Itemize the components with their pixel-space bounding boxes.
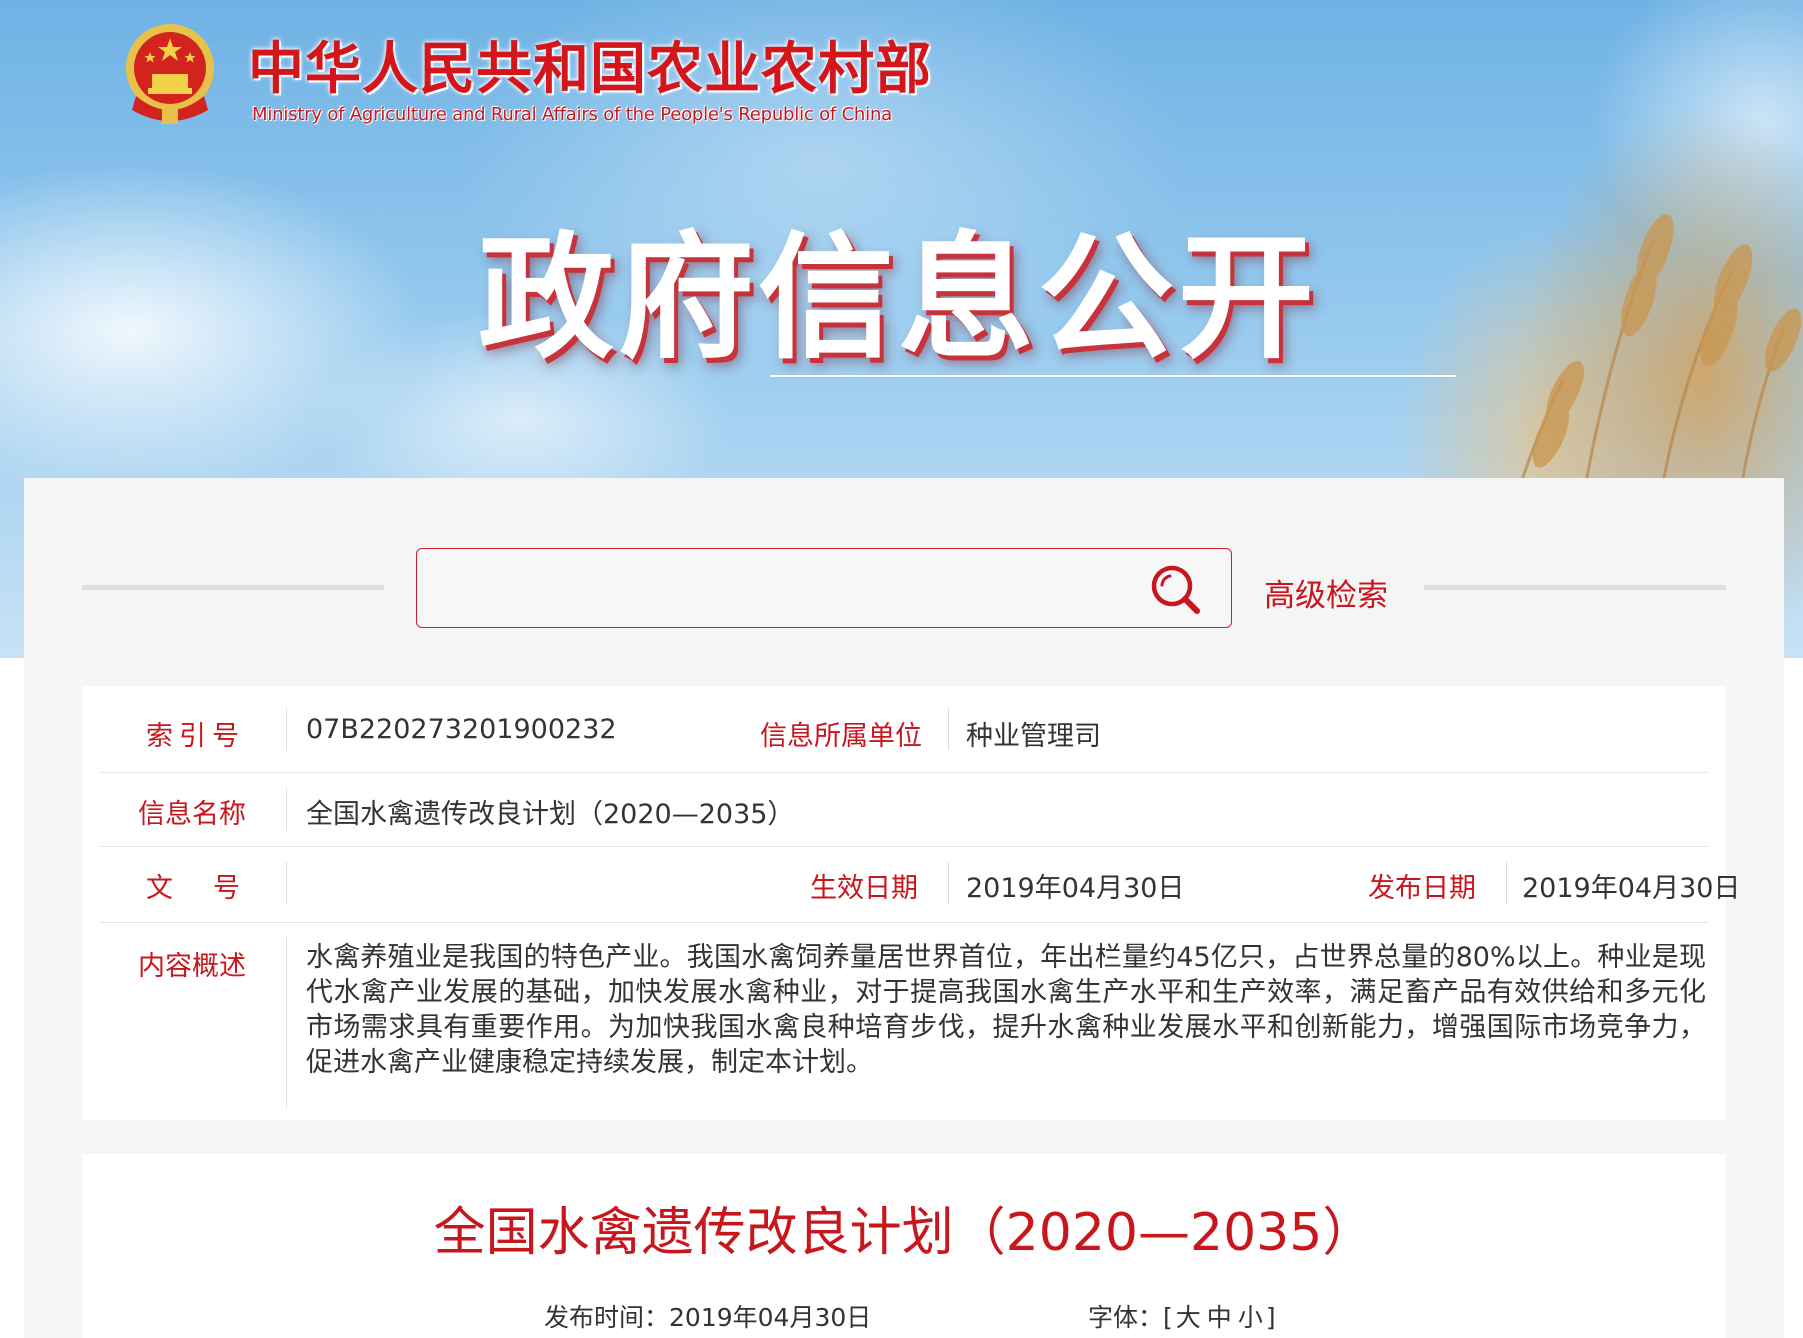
separator bbox=[286, 862, 287, 904]
advanced-search-link[interactable]: 高级检索 bbox=[1264, 570, 1388, 615]
font-bracket-close: ] bbox=[1265, 1303, 1276, 1332]
search-divider-left bbox=[82, 585, 384, 590]
summary-label: 内容概述 bbox=[138, 951, 246, 982]
unit-label: 信息所属单位 bbox=[760, 721, 922, 752]
search-input[interactable] bbox=[437, 563, 1121, 615]
publish-date-label: 发布日期 bbox=[1368, 873, 1476, 904]
font-bracket-open: [ bbox=[1163, 1303, 1173, 1332]
separator bbox=[1506, 862, 1507, 904]
font-size-label: 字体： bbox=[1088, 1303, 1164, 1332]
article-container: 全国水禽遗传改良计划（2020—2035） 发布时间：2019年04月30日 字… bbox=[82, 1154, 1726, 1338]
article-title: 全国水禽遗传改良计划（2020—2035） bbox=[433, 1203, 1375, 1263]
effective-date-value: 2019年04月30日 bbox=[966, 873, 1185, 904]
index-label: 索引号 bbox=[146, 721, 245, 752]
search-icon[interactable] bbox=[1149, 563, 1203, 617]
separator bbox=[286, 708, 287, 750]
article-publish-time: 发布时间：2019年04月30日 bbox=[544, 1298, 871, 1334]
index-value: 07B220273201900232 bbox=[306, 714, 617, 745]
site-title-cn[interactable]: 中华人民共和国农业农村部 bbox=[248, 24, 932, 105]
docno-label: 文号 bbox=[146, 873, 280, 904]
name-value: 全国水禽遗传改良计划（2020—2035） bbox=[306, 799, 795, 830]
section-hero-title: 政府信息公开 bbox=[478, 220, 1318, 378]
font-large-button[interactable]: 大 bbox=[1173, 1303, 1204, 1332]
site-title-en[interactable]: Ministry of Agriculture and Rural Affair… bbox=[252, 104, 892, 125]
separator bbox=[948, 708, 949, 750]
info-row-summary: 内容概述 水禽养殖业是我国的特色产业。我国水禽饲养量居世界首位，年出栏量约45亿… bbox=[100, 922, 1708, 1120]
info-metadata-table: 索引号 07B220273201900232 信息所属单位 种业管理司 信息名称… bbox=[82, 686, 1740, 1120]
separator bbox=[948, 862, 949, 904]
unit-value: 种业管理司 bbox=[966, 721, 1101, 752]
publish-date-value: 2019年04月30日 bbox=[1522, 873, 1741, 904]
publish-time-value: 2019年04月30日 bbox=[669, 1303, 872, 1332]
main-panel: 高级检索 索引号 07B220273201900232 信息所属单位 种业管理司… bbox=[24, 478, 1784, 1338]
search-divider-right bbox=[1424, 585, 1726, 590]
info-row-name: 信息名称 全国水禽遗传改良计划（2020—2035） bbox=[100, 772, 1708, 847]
national-emblem-logo[interactable] bbox=[122, 20, 218, 128]
separator bbox=[286, 788, 287, 830]
search-bar-row: 高级检索 bbox=[24, 478, 1784, 678]
search-box[interactable] bbox=[416, 548, 1232, 628]
summary-text: 水禽养殖业是我国的特色产业。我国水禽饲养量居世界首位，年出栏量约45亿只，占世界… bbox=[306, 942, 1706, 1078]
info-row-index: 索引号 07B220273201900232 信息所属单位 种业管理司 bbox=[100, 686, 1708, 773]
name-label: 信息名称 bbox=[138, 799, 246, 830]
hero-divider bbox=[770, 375, 1456, 377]
font-medium-button[interactable]: 中 bbox=[1204, 1303, 1235, 1332]
publish-time-label: 发布时间： bbox=[544, 1303, 670, 1332]
font-small-button[interactable]: 小 bbox=[1235, 1303, 1266, 1332]
separator bbox=[286, 938, 287, 1108]
effective-date-label: 生效日期 bbox=[810, 873, 918, 904]
info-row-dates: 文号 生效日期 2019年04月30日 发布日期 2019年04月30日 bbox=[100, 846, 1740, 923]
font-size-switcher: 字体：[大中小] bbox=[1088, 1298, 1276, 1334]
